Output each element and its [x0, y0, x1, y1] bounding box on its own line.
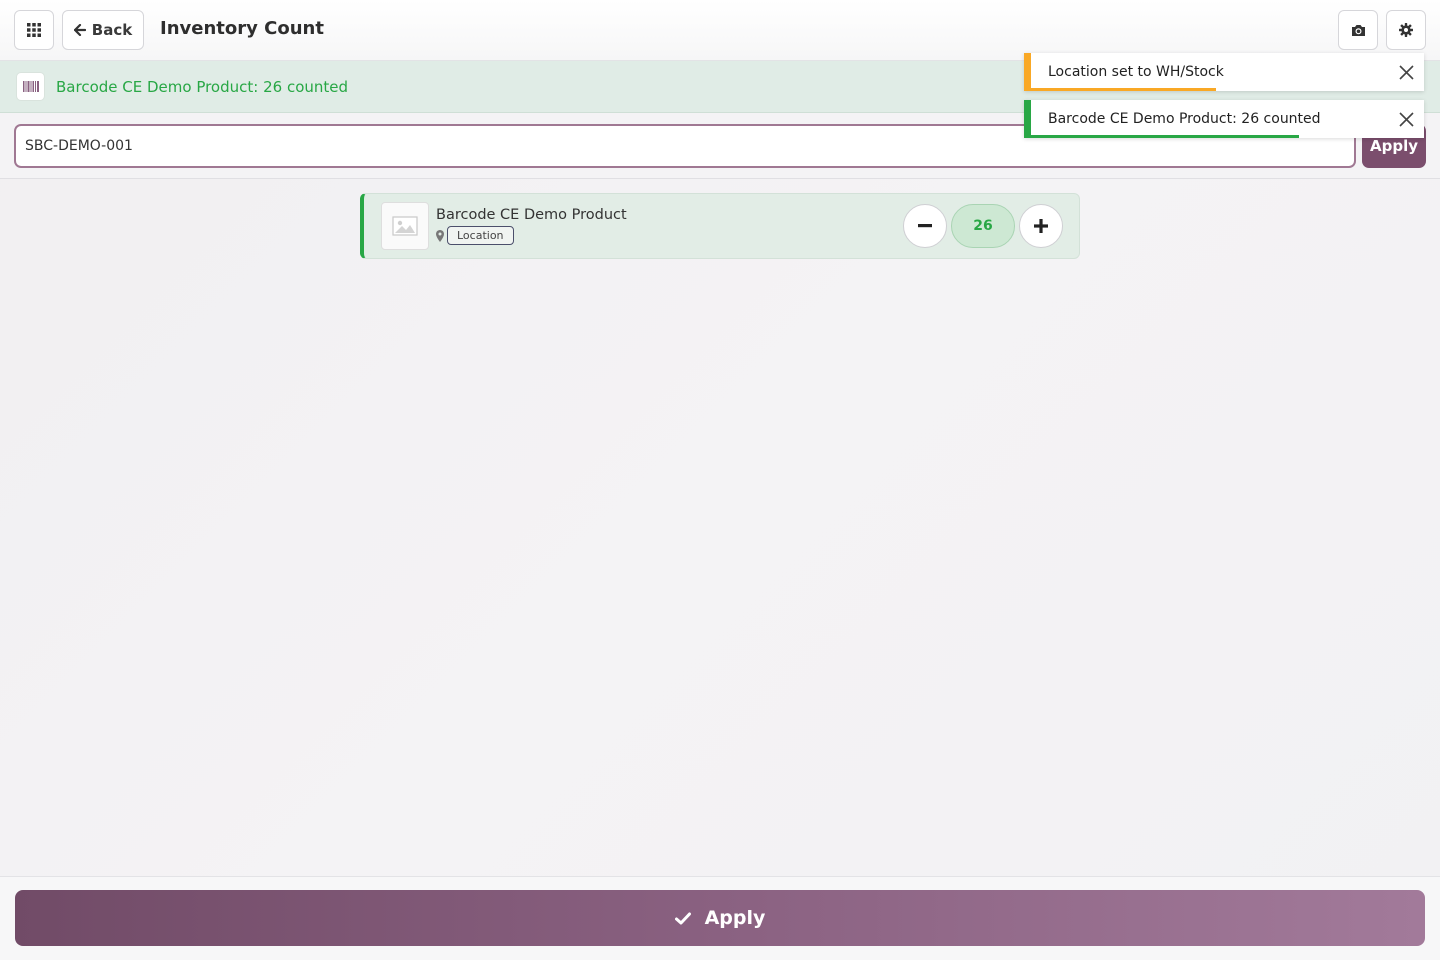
footer: Apply [0, 876, 1440, 960]
back-button[interactable]: Back [62, 10, 144, 50]
toast-close-button[interactable] [1396, 62, 1416, 82]
toast-message: Location set to WH/Stock [1048, 64, 1224, 80]
plus-icon [1034, 219, 1048, 233]
apply-count-button[interactable]: Apply [15, 890, 1425, 946]
toast-product-counted: Barcode CE Demo Product: 26 counted [1024, 100, 1424, 138]
camera-icon [1351, 24, 1365, 36]
barcode-icon [16, 72, 45, 101]
banner-message: Barcode CE Demo Product: 26 counted [56, 78, 349, 96]
increment-quantity-button[interactable] [1019, 204, 1063, 248]
back-label: Back [91, 21, 133, 39]
toast-close-button[interactable] [1396, 109, 1416, 129]
apply-count-label: Apply [704, 907, 766, 929]
inventory-line-card[interactable]: Barcode CE Demo Product Location 26 [360, 193, 1080, 259]
image-icon [392, 216, 418, 236]
gear-icon [1399, 23, 1413, 37]
location-badge[interactable]: Location [447, 226, 514, 245]
apps-menu-button[interactable] [14, 10, 54, 50]
toast-message: Barcode CE Demo Product: 26 counted [1048, 111, 1321, 127]
top-bar: Back Inventory Count [0, 0, 1440, 61]
settings-button[interactable] [1386, 10, 1426, 50]
page-title: Inventory Count [160, 18, 324, 39]
decrement-quantity-button[interactable] [903, 204, 947, 248]
toast-progress-bar [1031, 135, 1299, 138]
close-icon [1398, 111, 1414, 127]
product-name: Barcode CE Demo Product [436, 207, 627, 223]
close-icon [1398, 64, 1414, 80]
product-image-placeholder [381, 202, 429, 250]
quantity-value[interactable]: 26 [951, 204, 1015, 248]
map-marker-icon [436, 229, 444, 242]
check-icon [674, 912, 691, 924]
arrow-left-icon [73, 24, 86, 36]
minus-icon [918, 224, 932, 228]
toast-location: Location set to WH/Stock [1024, 53, 1424, 91]
location-row: Location [436, 226, 514, 245]
toast-progress-bar [1031, 88, 1216, 91]
grid-icon [27, 23, 41, 37]
camera-button[interactable] [1338, 10, 1378, 50]
